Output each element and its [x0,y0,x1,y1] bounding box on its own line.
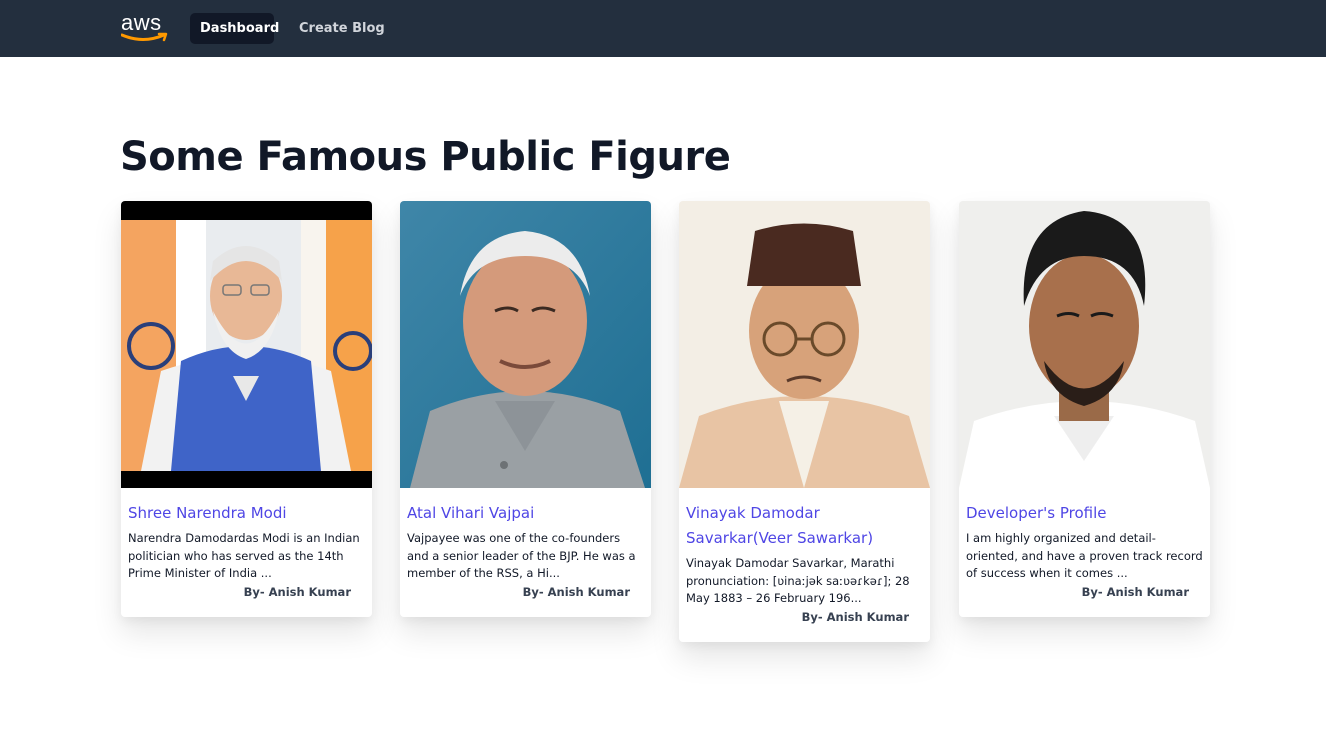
blog-card[interactable]: Shree Narendra Modi Narendra Damodardas … [121,201,372,617]
blog-card[interactable]: Atal Vihari Vajpai Vajpayee was one of t… [400,201,651,617]
card-image[interactable] [959,201,1210,488]
card-excerpt: I am highly organized and detail-oriente… [966,531,1203,580]
nav-dashboard-link[interactable]: Dashboard [190,13,279,44]
card-title-link[interactable]: Atal Vihari Vajpai [407,501,644,526]
portrait-photo [959,201,1210,488]
top-navbar: aws Dashboard Create Blog [0,0,1326,57]
card-excerpt: Vinayak Damodar Savarkar, Marathi pronun… [686,556,910,605]
smile-arrow-icon [121,32,168,42]
card-author: By- Anish Kumar [801,609,909,624]
card-excerpt: Vajpayee was one of the co-founders and … [407,531,636,580]
card-author: By- Anish Kumar [243,584,351,599]
blog-card[interactable]: Developer's Profile I am highly organize… [959,201,1210,617]
portrait-painting [679,201,930,488]
blog-card[interactable]: Vinayak Damodar Savarkar(Veer Sawarkar) … [679,201,930,642]
card-title-link[interactable]: Vinayak Damodar Savarkar(Veer Sawarkar) [686,501,923,551]
nav-create-blog-link[interactable]: Create Blog [289,13,395,44]
portrait-photo [121,201,372,488]
portrait-photo [400,201,651,488]
card-image[interactable] [679,201,930,488]
card-author: By- Anish Kumar [1081,584,1189,599]
logo-text: aws [121,10,162,35]
page-title: Some Famous Public Figure [120,134,731,180]
card-title-link[interactable]: Shree Narendra Modi [128,501,365,526]
card-excerpt: Narendra Damodardas Modi is an Indian po… [128,531,360,580]
card-image[interactable] [400,201,651,488]
card-author: By- Anish Kumar [522,584,630,599]
card-title-link[interactable]: Developer's Profile [966,501,1203,526]
aws-logo[interactable]: aws [121,12,169,44]
card-image[interactable] [121,201,372,488]
